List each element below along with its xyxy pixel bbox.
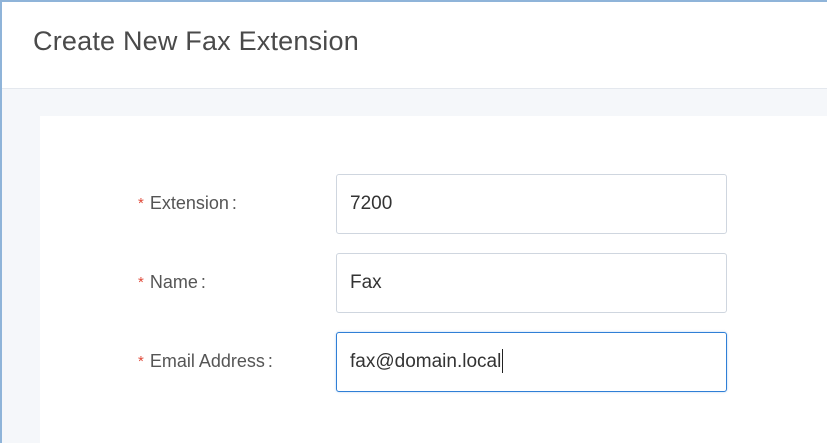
form-panel: * Extension: 7200 * Name: Fax * Email Addre…: [40, 116, 827, 445]
email-label: Email Address: [149, 351, 265, 371]
email-input-value: fax@domain.local: [350, 351, 502, 372]
extension-label-group: * Extension:: [138, 193, 237, 214]
form-row-name: * Name: Fax: [40, 253, 827, 315]
required-marker: *: [138, 274, 144, 291]
form-row-email: * Email Address: fax@domain.local: [40, 332, 827, 394]
dialog-header: Create New Fax Extension: [2, 2, 827, 89]
extension-label: Extension: [149, 193, 229, 213]
required-marker: *: [138, 353, 144, 370]
email-label-group: * Email Address:: [138, 351, 273, 372]
extension-input-value: 7200: [350, 193, 393, 214]
form-row-extension: * Extension: 7200: [40, 174, 827, 236]
extension-input[interactable]: 7200: [336, 174, 727, 234]
dialog-frame: Create New Fax Extension * Extension: 720…: [0, 0, 827, 445]
email-address-input[interactable]: fax@domain.local: [336, 332, 727, 392]
page-title: Create New Fax Extension: [33, 26, 359, 56]
name-label: Name: [149, 272, 198, 292]
label-colon: :: [231, 193, 237, 213]
label-colon: :: [267, 351, 273, 371]
text-caret: [502, 348, 504, 373]
name-input[interactable]: Fax: [336, 253, 727, 313]
label-colon: :: [200, 272, 206, 292]
name-input-value: Fax: [350, 272, 382, 293]
name-label-group: * Name:: [138, 272, 206, 293]
required-marker: *: [138, 195, 144, 212]
